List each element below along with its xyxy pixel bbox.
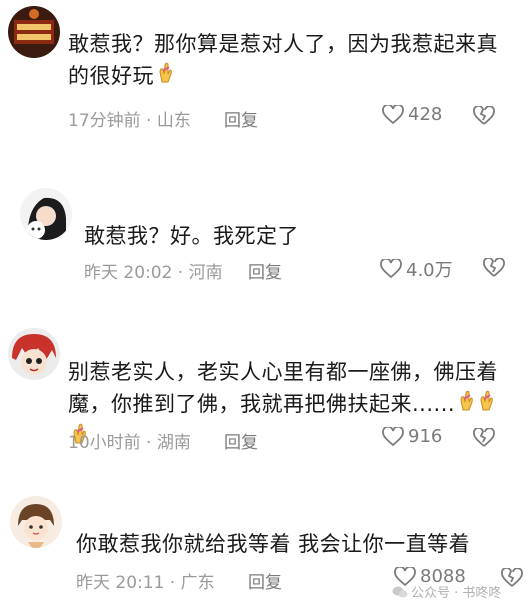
broken-heart-icon: [473, 105, 495, 125]
crossed-fingers-icon: [457, 389, 475, 421]
like-count: 428: [408, 104, 443, 125]
reply-button[interactable]: 回复: [248, 568, 282, 593]
comment-time: 10小时前: [68, 433, 141, 453]
comment-meta: 昨天 20:11 · 广东: [76, 573, 215, 593]
comment-text: 你敢惹我你就给我等着 我会让你一直等着: [76, 532, 471, 556]
comment-location: 广东: [180, 573, 215, 593]
dislike-button[interactable]: [472, 105, 496, 130]
dislike-button[interactable]: [500, 567, 524, 592]
comment-text: 敢惹我？那你算是惹对人了，因为我惹起来真的很好玩: [68, 28, 498, 93]
reply-button[interactable]: 回复: [224, 106, 258, 131]
like-button[interactable]: 916: [382, 426, 442, 447]
watermark: 公众号 · 书咚咚: [392, 582, 501, 601]
comment-meta: 10小时前 · 湖南: [68, 433, 191, 453]
comment-location: 湖南: [156, 433, 191, 453]
comment-meta: 17分钟前 · 山东: [68, 111, 191, 131]
avatar[interactable]: [20, 188, 72, 240]
like-count: 4.0万: [406, 260, 453, 281]
crossed-fingers-icon: [156, 61, 174, 93]
dislike-button[interactable]: [472, 427, 496, 452]
comment-location: 山东: [156, 111, 191, 131]
wechat-icon: [392, 586, 408, 598]
comment-item: 敢惹我？那你算是惹对人了，因为我惹起来真的很好玩 17分钟前 · 山东 回复 4…: [0, 0, 532, 150]
comment-meta: 昨天 20:02 · 河南: [84, 263, 223, 283]
crossed-fingers-icon: [477, 389, 495, 421]
heart-icon: [380, 259, 402, 279]
reply-button[interactable]: 回复: [248, 258, 282, 283]
comment-item: 敢惹我？好。我死定了 昨天 20:02 · 河南 回复 4.0万: [0, 150, 532, 300]
broken-heart-icon: [501, 567, 523, 587]
broken-heart-icon: [483, 257, 505, 277]
dislike-button[interactable]: [482, 257, 506, 282]
avatar[interactable]: [8, 6, 60, 58]
heart-icon: [382, 104, 404, 124]
comment-time: 昨天 20:02: [84, 263, 173, 283]
broken-heart-icon: [473, 427, 495, 447]
avatar[interactable]: [10, 496, 62, 548]
like-button[interactable]: 4.0万: [380, 256, 453, 282]
comment-item: 别惹老实人，老实人心里有都一座佛，佛压着魔，你推到了佛，我就再把佛扶起来....…: [0, 300, 532, 460]
avatar[interactable]: [8, 328, 60, 380]
comment-text: 敢惹我？好。我死定了: [84, 224, 299, 248]
comment-location: 河南: [188, 263, 223, 283]
comment-time: 昨天 20:11: [76, 573, 165, 593]
like-button[interactable]: 428: [382, 104, 442, 125]
reply-button[interactable]: 回复: [224, 428, 258, 453]
like-count: 916: [408, 426, 443, 447]
watermark-text: 公众号 · 书咚咚: [411, 586, 502, 601]
comment-time: 17分钟前: [68, 111, 141, 131]
heart-icon: [382, 426, 404, 446]
